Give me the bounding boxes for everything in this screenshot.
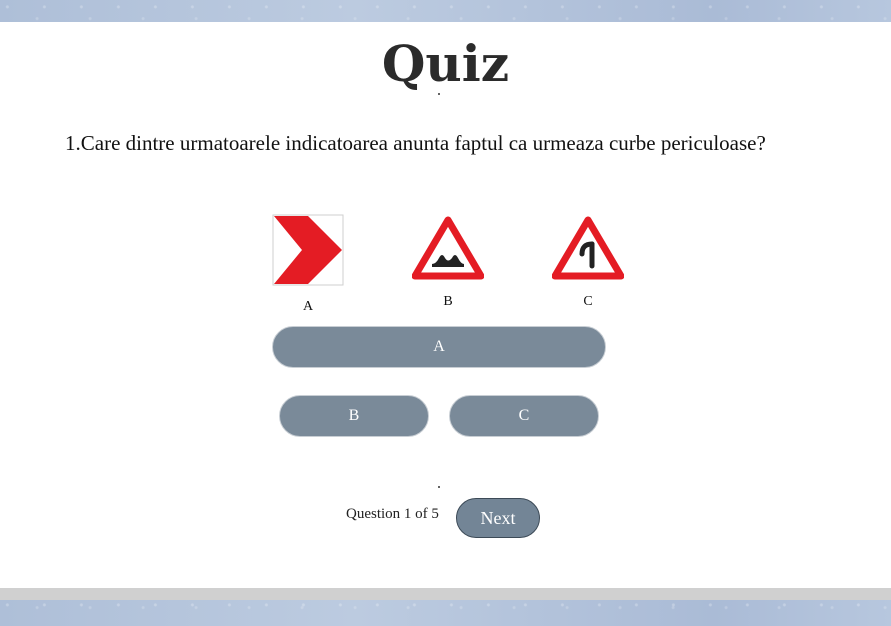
answer-button-c[interactable]: C [449,395,599,437]
sign-label-b: B [443,294,453,309]
page-title: Quiz [381,34,510,93]
next-button[interactable]: Next [456,498,540,538]
sign-label-c: C [583,294,593,309]
answer-button-b[interactable]: B [279,395,429,437]
uneven-road-warning-sign-icon [412,216,484,280]
dangerous-curve-warning-sign-icon [552,216,624,280]
quiz-panel: Quiz 1.Care dintre urmatoarele indicatoa… [0,22,891,588]
chevron-right-sign-icon [272,214,344,286]
question-counter: Question 1 of 5 [346,506,439,522]
sign-label-a: A [302,299,314,314]
decorative-dot [438,93,440,95]
decorative-dot [438,486,440,488]
footer-strip [0,588,891,600]
answer-button-a[interactable]: A [272,326,606,368]
question-text: 1.Care dintre urmatoarele indicatoarea a… [65,131,766,155]
